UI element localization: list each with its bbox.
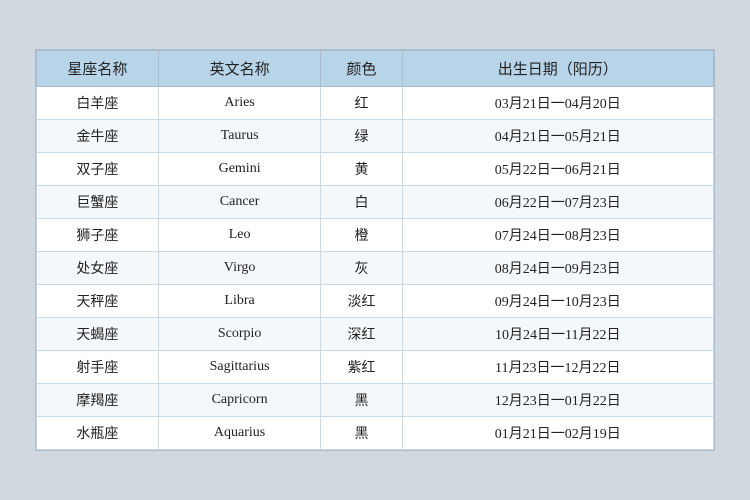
cell-date: 04月21日一05月21日 <box>402 120 713 153</box>
table-row: 金牛座Taurus绿04月21日一05月21日 <box>37 120 714 153</box>
zodiac-table: 星座名称 英文名称 颜色 出生日期（阳历） 白羊座Aries红03月21日一04… <box>36 50 714 450</box>
cell-english: Leo <box>158 219 320 252</box>
header-chinese: 星座名称 <box>37 51 159 87</box>
cell-date: 12月23日一01月22日 <box>402 384 713 417</box>
cell-color: 深红 <box>321 318 402 351</box>
cell-english: Capricorn <box>158 384 320 417</box>
header-color: 颜色 <box>321 51 402 87</box>
cell-color: 黄 <box>321 153 402 186</box>
cell-chinese: 天秤座 <box>37 285 159 318</box>
cell-english: Virgo <box>158 252 320 285</box>
cell-english: Sagittarius <box>158 351 320 384</box>
cell-date: 01月21日一02月19日 <box>402 417 713 450</box>
cell-color: 淡红 <box>321 285 402 318</box>
cell-color: 红 <box>321 87 402 120</box>
header-date: 出生日期（阳历） <box>402 51 713 87</box>
cell-color: 绿 <box>321 120 402 153</box>
cell-date: 11月23日一12月22日 <box>402 351 713 384</box>
cell-color: 灰 <box>321 252 402 285</box>
cell-chinese: 双子座 <box>37 153 159 186</box>
cell-english: Cancer <box>158 186 320 219</box>
cell-date: 10月24日一11月22日 <box>402 318 713 351</box>
cell-date: 06月22日一07月23日 <box>402 186 713 219</box>
cell-date: 03月21日一04月20日 <box>402 87 713 120</box>
table-row: 巨蟹座Cancer白06月22日一07月23日 <box>37 186 714 219</box>
zodiac-table-container: 星座名称 英文名称 颜色 出生日期（阳历） 白羊座Aries红03月21日一04… <box>35 49 715 451</box>
table-header-row: 星座名称 英文名称 颜色 出生日期（阳历） <box>37 51 714 87</box>
cell-color: 黑 <box>321 417 402 450</box>
cell-chinese: 处女座 <box>37 252 159 285</box>
table-row: 天秤座Libra淡红09月24日一10月23日 <box>37 285 714 318</box>
table-row: 白羊座Aries红03月21日一04月20日 <box>37 87 714 120</box>
cell-color: 白 <box>321 186 402 219</box>
cell-english: Libra <box>158 285 320 318</box>
cell-chinese: 摩羯座 <box>37 384 159 417</box>
cell-english: Gemini <box>158 153 320 186</box>
cell-chinese: 金牛座 <box>37 120 159 153</box>
cell-date: 09月24日一10月23日 <box>402 285 713 318</box>
cell-english: Aries <box>158 87 320 120</box>
cell-chinese: 白羊座 <box>37 87 159 120</box>
table-body: 白羊座Aries红03月21日一04月20日金牛座Taurus绿04月21日一0… <box>37 87 714 450</box>
cell-color: 橙 <box>321 219 402 252</box>
cell-chinese: 水瓶座 <box>37 417 159 450</box>
cell-chinese: 射手座 <box>37 351 159 384</box>
cell-english: Scorpio <box>158 318 320 351</box>
cell-date: 07月24日一08月23日 <box>402 219 713 252</box>
table-row: 狮子座Leo橙07月24日一08月23日 <box>37 219 714 252</box>
table-row: 处女座Virgo灰08月24日一09月23日 <box>37 252 714 285</box>
cell-english: Aquarius <box>158 417 320 450</box>
table-row: 双子座Gemini黄05月22日一06月21日 <box>37 153 714 186</box>
cell-date: 05月22日一06月21日 <box>402 153 713 186</box>
cell-date: 08月24日一09月23日 <box>402 252 713 285</box>
table-row: 摩羯座Capricorn黑12月23日一01月22日 <box>37 384 714 417</box>
cell-english: Taurus <box>158 120 320 153</box>
table-row: 射手座Sagittarius紫红11月23日一12月22日 <box>37 351 714 384</box>
header-english: 英文名称 <box>158 51 320 87</box>
table-row: 天蝎座Scorpio深红10月24日一11月22日 <box>37 318 714 351</box>
cell-chinese: 狮子座 <box>37 219 159 252</box>
cell-color: 紫红 <box>321 351 402 384</box>
cell-chinese: 巨蟹座 <box>37 186 159 219</box>
table-row: 水瓶座Aquarius黑01月21日一02月19日 <box>37 417 714 450</box>
cell-chinese: 天蝎座 <box>37 318 159 351</box>
cell-color: 黑 <box>321 384 402 417</box>
